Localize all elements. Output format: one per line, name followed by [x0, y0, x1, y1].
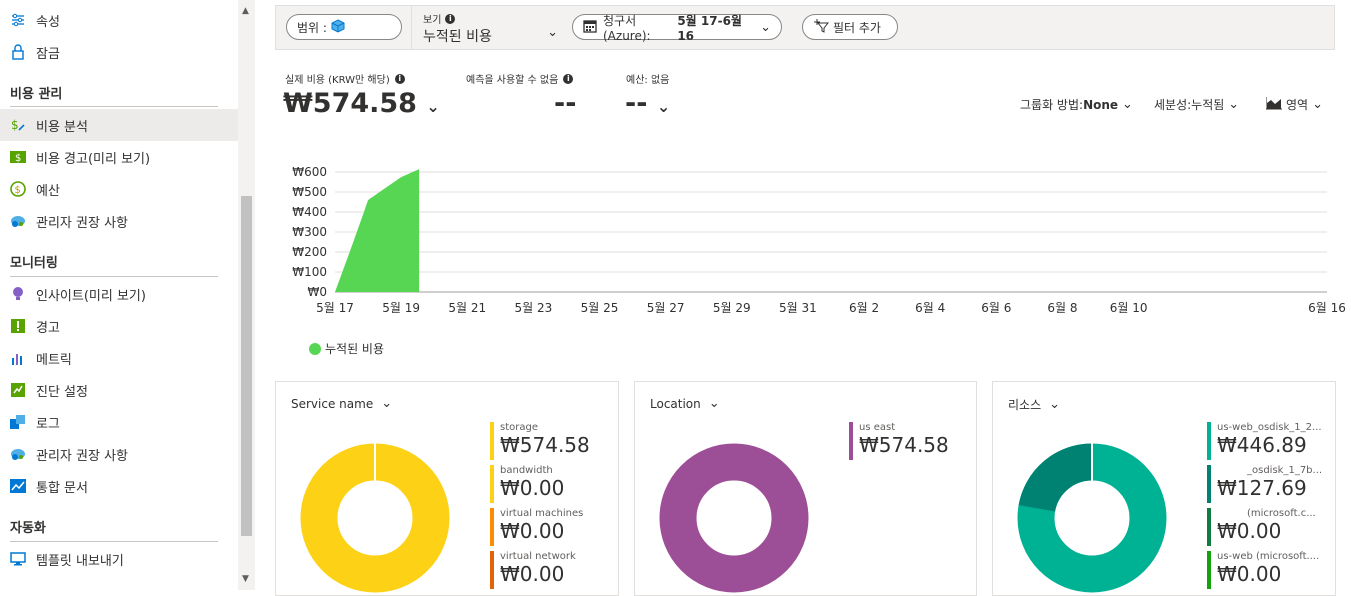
legend-item-us-east[interactable]: us east ₩574.58 — [849, 422, 979, 462]
x-tick-label: 5월 17 — [316, 301, 354, 315]
legend-bar — [490, 422, 494, 460]
x-tick-label: 5월 23 — [515, 301, 553, 315]
card-title: Location — [650, 396, 701, 411]
legend-amount: ₩574.58 — [859, 433, 949, 457]
legend-name: _osdisk_1_7b... — [1247, 465, 1323, 476]
legend-name: virtual network — [500, 551, 576, 562]
y-axis: ₩0 ₩100 ₩200 ₩300 ₩400 ₩500 ₩600 — [292, 165, 327, 299]
x-tick-label: 5월 31 — [779, 301, 817, 315]
legend-item-bandwidth[interactable]: bandwidth ₩0.00 — [490, 465, 620, 505]
sidebar-item-label: 로그 — [36, 416, 60, 432]
legend-bar — [490, 465, 494, 503]
resource-donut-chart[interactable] — [1017, 443, 1167, 593]
y-tick-label: ₩600 — [292, 165, 327, 179]
scroll-down-icon[interactable]: ▼ — [242, 574, 249, 584]
legend-bar — [849, 422, 853, 460]
legend-name: us east — [859, 422, 896, 433]
legend-bar — [490, 508, 494, 546]
sidebar-item-diagnostic-settings[interactable]: 진단 설정 — [0, 374, 238, 406]
x-tick-label: 6월 8 — [1047, 301, 1077, 315]
x-axis: 5월 17 5월 19 5월 21 5월 23 5월 25 5월 27 5월 29 5월 31… — [316, 301, 1346, 315]
section-divider — [10, 541, 218, 542]
sidebar-item-label: 진단 설정 — [36, 384, 88, 400]
legend-amount: ₩574.58 — [500, 433, 590, 457]
legend-item-resource-3[interactable]: (microsoft.c... ₩0.00 — [1207, 508, 1337, 548]
sidebar-item-label: 관리자 권장 사항 — [36, 448, 128, 464]
legend-item-resource-4[interactable]: us-web (microsoft.... ₩0.00 — [1207, 551, 1337, 591]
legend-item-resource-1[interactable]: us-web_osdisk_1_2... ₩446.89 — [1207, 422, 1337, 462]
logs-icon — [10, 414, 26, 430]
x-tick-label: 5월 29 — [713, 301, 751, 315]
legend-amount: ₩0.00 — [1217, 519, 1282, 543]
x-tick-label: 5월 21 — [448, 301, 486, 315]
legend-bar — [1207, 422, 1211, 460]
legend-name: us-web_osdisk_1_2... — [1217, 422, 1322, 433]
card-title: Service name — [291, 396, 374, 411]
legend-item-resource-2[interactable]: _osdisk_1_7b... ₩127.69 — [1207, 465, 1337, 505]
chart-grid — [335, 171, 1327, 293]
sidebar-item-export-template[interactable]: 템플릿 내보내기 — [0, 543, 238, 575]
y-tick-label: ₩0 — [308, 285, 328, 299]
sidebar-item-logs[interactable]: 로그 — [0, 406, 238, 438]
chevron-down-icon: ⌄ — [381, 396, 393, 411]
legend-amount: ₩0.00 — [500, 562, 565, 586]
y-tick-label: ₩300 — [292, 225, 327, 239]
y-tick-label: ₩200 — [292, 245, 327, 259]
y-tick-label: ₩500 — [292, 185, 327, 199]
legend-bar — [1207, 465, 1211, 503]
x-tick-label: 5월 27 — [647, 301, 685, 315]
legend-amount: ₩0.00 — [500, 519, 565, 543]
chart-legend[interactable]: 누적된 비용 — [309, 340, 384, 357]
location-donut-chart[interactable] — [659, 443, 809, 593]
legend-bar — [1207, 508, 1211, 546]
legend-item-virtual-network[interactable]: virtual network ₩0.00 — [490, 551, 620, 591]
legend-item-virtual-machines[interactable]: virtual machines ₩0.00 — [490, 508, 620, 548]
card-title-dropdown[interactable]: Service name ⌄ — [291, 396, 392, 411]
legend-name: storage — [500, 422, 538, 433]
x-tick-label: 6월 6 — [981, 301, 1011, 315]
sidebar-item-advisor-monitor[interactable]: 관리자 권장 사항 — [0, 438, 238, 470]
x-tick-label: 5월 19 — [382, 301, 420, 315]
service-donut-chart[interactable] — [300, 443, 450, 593]
card-title: 리소스 — [1008, 398, 1042, 412]
export-template-icon — [10, 551, 26, 567]
legend-name: us-web (microsoft.... — [1217, 551, 1320, 562]
resource-card: 리소스 ⌄ us-web_osdisk_1_2... ₩446.89 _osdi… — [992, 381, 1336, 596]
legend-name: (microsoft.c... — [1247, 508, 1316, 519]
legend-amount: ₩0.00 — [1217, 562, 1282, 586]
card-title-dropdown[interactable]: Location ⌄ — [650, 396, 720, 411]
advisor-icon — [10, 446, 26, 462]
legend-bar — [1207, 551, 1211, 589]
x-tick-label: 6월 2 — [849, 301, 879, 315]
legend-amount: ₩0.00 — [500, 476, 565, 500]
donut-slice-us-east[interactable] — [659, 443, 809, 593]
sidebar-item-label: 템플릿 내보내기 — [36, 553, 124, 569]
workbooks-icon — [10, 478, 26, 494]
legend-bar — [490, 551, 494, 589]
chevron-down-icon: ⌄ — [1049, 397, 1061, 412]
x-tick-label: 6월 4 — [915, 301, 945, 315]
location-card: Location ⌄ us east ₩574.58 — [634, 381, 977, 596]
legend-amount: ₩446.89 — [1217, 433, 1307, 457]
accumulated-cost-area[interactable] — [335, 169, 420, 292]
sidebar-item-label: 통합 문서 — [36, 480, 88, 496]
y-tick-label: ₩400 — [292, 205, 327, 219]
card-title-dropdown[interactable]: 리소스 ⌄ — [1008, 396, 1060, 413]
legend-item-storage[interactable]: storage ₩574.58 — [490, 422, 620, 462]
x-tick-label: 6월 16 — [1308, 301, 1346, 315]
y-tick-label: ₩100 — [292, 265, 327, 279]
legend-name: virtual machines — [500, 508, 584, 519]
x-tick-label: 5월 25 — [581, 301, 619, 315]
legend-amount: ₩127.69 — [1217, 476, 1307, 500]
x-tick-label: 6월 10 — [1110, 301, 1148, 315]
cost-area-chart: ₩0₩100₩200₩300₩400₩500₩600 5월 17 5월 19 5월 … — [292, 165, 1346, 315]
section-title-automation: 자동화 — [10, 521, 46, 536]
sidebar-item-workbooks[interactable]: 통합 문서 — [0, 470, 238, 502]
chevron-down-icon: ⌄ — [708, 396, 720, 411]
legend-swatch — [309, 342, 321, 355]
diagnostics-icon — [10, 382, 26, 398]
service-name-card: Service name ⌄ storage ₩574.58 bandwidth… — [275, 381, 619, 596]
legend-label: 누적된 비용 — [325, 342, 385, 356]
legend-name: bandwidth — [500, 465, 553, 476]
